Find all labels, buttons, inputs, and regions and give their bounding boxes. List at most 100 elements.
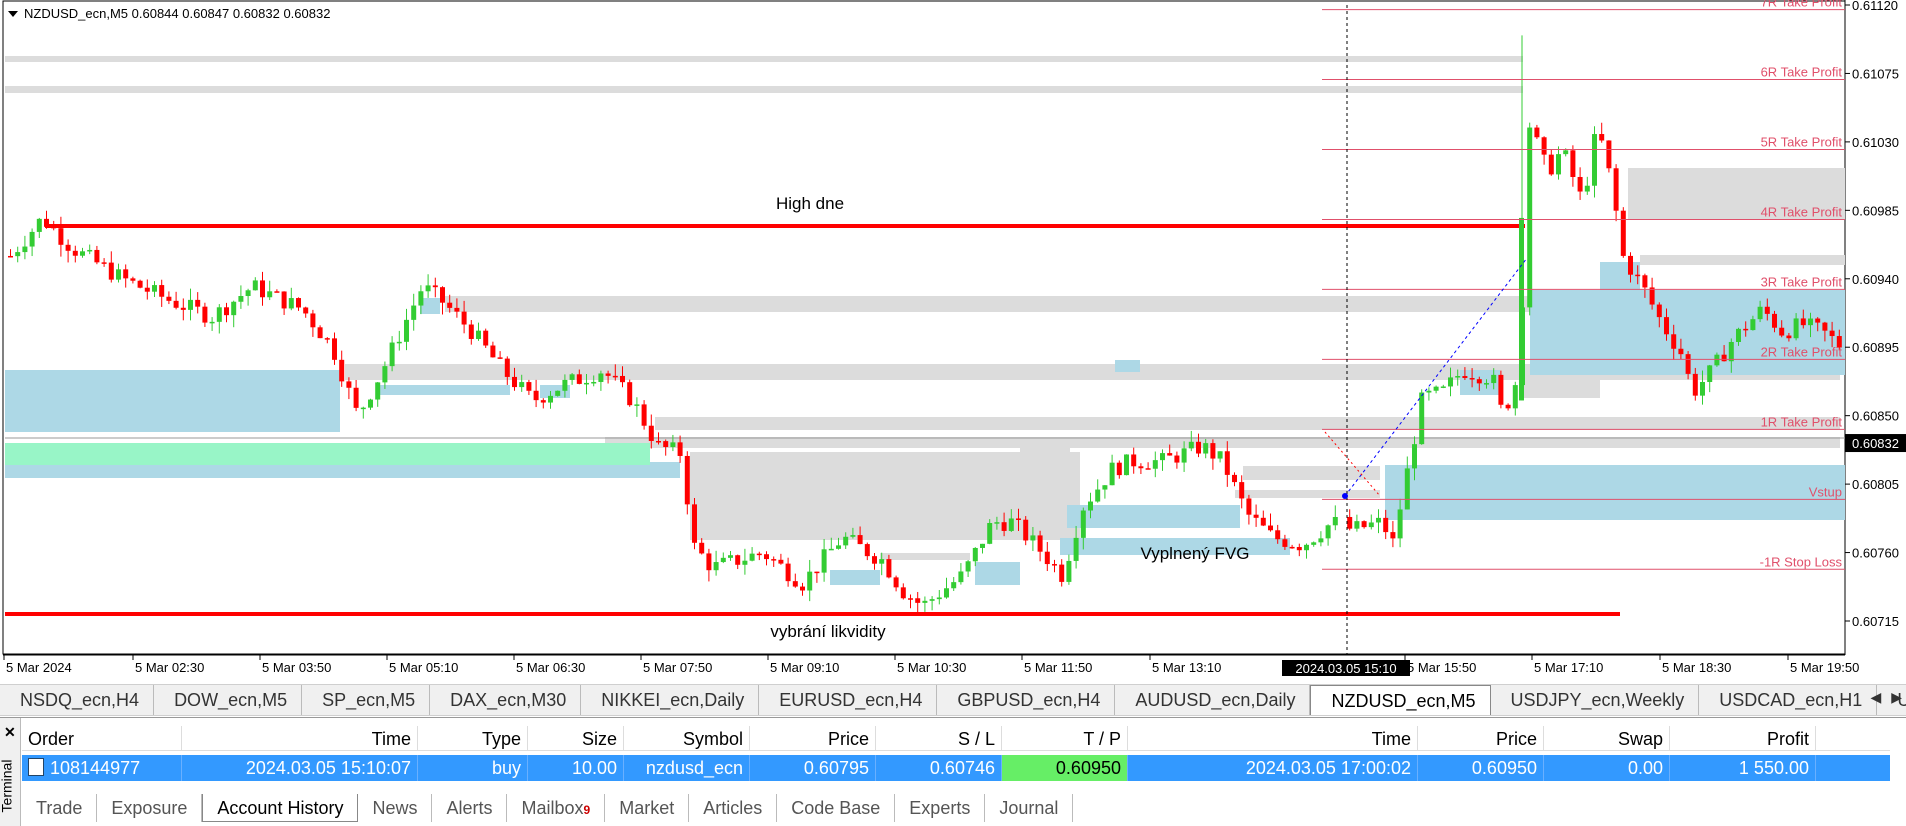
col-close-time[interactable]: Time — [1128, 726, 1418, 750]
close-icon[interactable]: ✕ — [4, 724, 16, 741]
bear-candle — [1001, 522, 1007, 531]
col-type[interactable]: Type — [418, 726, 528, 750]
order-block-zone — [690, 452, 1080, 540]
bear-candle — [353, 387, 359, 408]
bear-candle — [1023, 519, 1029, 541]
bear-candle — [1505, 404, 1511, 409]
price-chart[interactable]: 7R Take Profit 6R Take Profit 5R Take Prof… — [0, 0, 1906, 680]
bear-candle — [526, 382, 532, 391]
bull-candle — [1519, 217, 1524, 401]
symbol-tab[interactable]: NSDQ_ecn,H4 — [0, 685, 155, 715]
bull-candle — [1426, 390, 1432, 393]
bear-candle — [677, 442, 683, 456]
bear-candle — [1656, 304, 1662, 318]
bear-candle — [1800, 318, 1806, 326]
tab-experts[interactable]: Experts — [895, 794, 986, 822]
tab-market[interactable]: Market — [605, 794, 690, 822]
bull-candle — [36, 218, 42, 232]
symbol-tab-active[interactable]: NZDUSD_ecn,M5 — [1310, 685, 1491, 715]
symbol-tab[interactable]: USDCAD_ecn,H1 — [1699, 685, 1878, 715]
col-swap[interactable]: Swap — [1544, 726, 1670, 750]
time-scale-label: 5 Mar 03:50 — [262, 660, 331, 675]
type-cell: buy — [418, 755, 528, 781]
bull-candle — [1433, 386, 1439, 391]
bear-candle — [771, 559, 777, 561]
col-profit[interactable]: Profit — [1670, 726, 1816, 750]
bear-candle — [1268, 525, 1273, 531]
bull-candle — [1750, 319, 1756, 331]
bear-candle — [58, 228, 64, 245]
tab-account-history[interactable]: Account History — [202, 794, 359, 822]
table-row[interactable]: 108144977 2024.03.05 15:10:07 buy 10.00 … — [22, 755, 1890, 781]
bear-candle — [497, 357, 503, 359]
bear-candle — [612, 375, 618, 378]
bear-candle — [1016, 518, 1021, 520]
trade-level-label: 3R Take Profit — [1761, 274, 1843, 289]
symbol-tab[interactable]: DOW_ecn,M5 — [154, 685, 303, 715]
tab-news[interactable]: News — [358, 794, 433, 822]
bear-candle — [166, 296, 172, 301]
bear-candle — [540, 400, 546, 403]
bull-candle — [116, 269, 121, 280]
symbol-tab[interactable]: EURUSD_ecn,H4 — [759, 685, 938, 715]
tab-articles[interactable]: Articles — [689, 794, 778, 822]
tab-journal[interactable]: Journal — [985, 794, 1074, 822]
tab-mailbox[interactable]: Mailbox9 — [507, 794, 606, 822]
col-time[interactable]: Time — [182, 726, 418, 750]
price-scale-label: 0.60985 — [1852, 203, 1899, 218]
order-cell: 108144977 — [22, 755, 182, 781]
time-scale-label: 5 Mar 05:10 — [389, 660, 458, 675]
bear-candle — [641, 404, 647, 426]
order-icon — [28, 758, 44, 776]
bear-candle — [1642, 275, 1648, 288]
bear-candle — [1116, 462, 1122, 476]
bull-candle — [1008, 518, 1014, 531]
col-order[interactable]: Order — [22, 726, 182, 750]
col-sl[interactable]: S / L — [876, 726, 1002, 750]
bull-candle — [670, 442, 676, 448]
chart-canvas[interactable]: 7R Take Profit 6R Take Profit 5R Take Prof… — [0, 0, 1906, 680]
bear-candle — [1275, 530, 1281, 540]
symbol-tab[interactable]: SP_ecn,M5 — [302, 685, 431, 715]
symbol-tab[interactable]: DAX_ecn,M30 — [430, 685, 582, 715]
bull-candle — [267, 291, 273, 298]
bull-candle — [562, 379, 568, 391]
bear-candle — [1239, 482, 1245, 499]
bear-candle — [224, 307, 229, 316]
col-close-price[interactable]: Price — [1418, 726, 1544, 750]
bull-candle — [1066, 560, 1072, 582]
symbol-tab[interactable]: AUDUSD_ecn,Daily — [1115, 685, 1311, 715]
col-price[interactable]: Price — [750, 726, 876, 750]
col-symbol[interactable]: Symbol — [624, 726, 750, 750]
bull-candle — [1203, 443, 1209, 454]
tab-alerts[interactable]: Alerts — [432, 794, 508, 822]
symbol-tab[interactable]: USDJPY_ecn,Weekly — [1491, 685, 1700, 715]
symbol-tab[interactable]: NIKKEI_ecn,Daily — [581, 685, 760, 715]
symbol-tab[interactable]: GBPUSD_ecn,H4 — [937, 685, 1116, 715]
bear-candle — [656, 440, 661, 443]
bull-candle — [555, 390, 561, 396]
scroll-left-icon[interactable]: ◀ — [1870, 689, 1881, 706]
scroll-right-icon[interactable]: ▶ — [1891, 689, 1902, 706]
trade-level-label: -1R Stop Loss — [1760, 554, 1843, 569]
bear-candle — [1779, 327, 1785, 336]
mailbox-badge: 9 — [583, 803, 591, 817]
col-tp[interactable]: T / P — [1002, 726, 1128, 750]
tab-trade[interactable]: Trade — [22, 794, 98, 822]
bull-candle — [1404, 468, 1410, 510]
bear-candle — [1347, 516, 1353, 529]
swap-cell: 0.00 — [1544, 755, 1670, 781]
chart-menu-triangle-icon[interactable] — [8, 10, 18, 17]
bear-candle — [440, 287, 445, 303]
bear-candle — [576, 374, 582, 384]
bull-candle — [944, 588, 949, 598]
fvg-zone — [5, 370, 340, 432]
tab-code-base[interactable]: Code Base — [777, 794, 896, 822]
bear-candle — [180, 307, 186, 310]
bear-candle — [785, 563, 791, 582]
time-scale-label: 5 Mar 09:10 — [770, 660, 839, 675]
bull-candle — [1556, 154, 1561, 175]
tab-exposure[interactable]: Exposure — [97, 794, 203, 822]
bull-candle — [987, 522, 993, 544]
col-size[interactable]: Size — [528, 726, 624, 750]
